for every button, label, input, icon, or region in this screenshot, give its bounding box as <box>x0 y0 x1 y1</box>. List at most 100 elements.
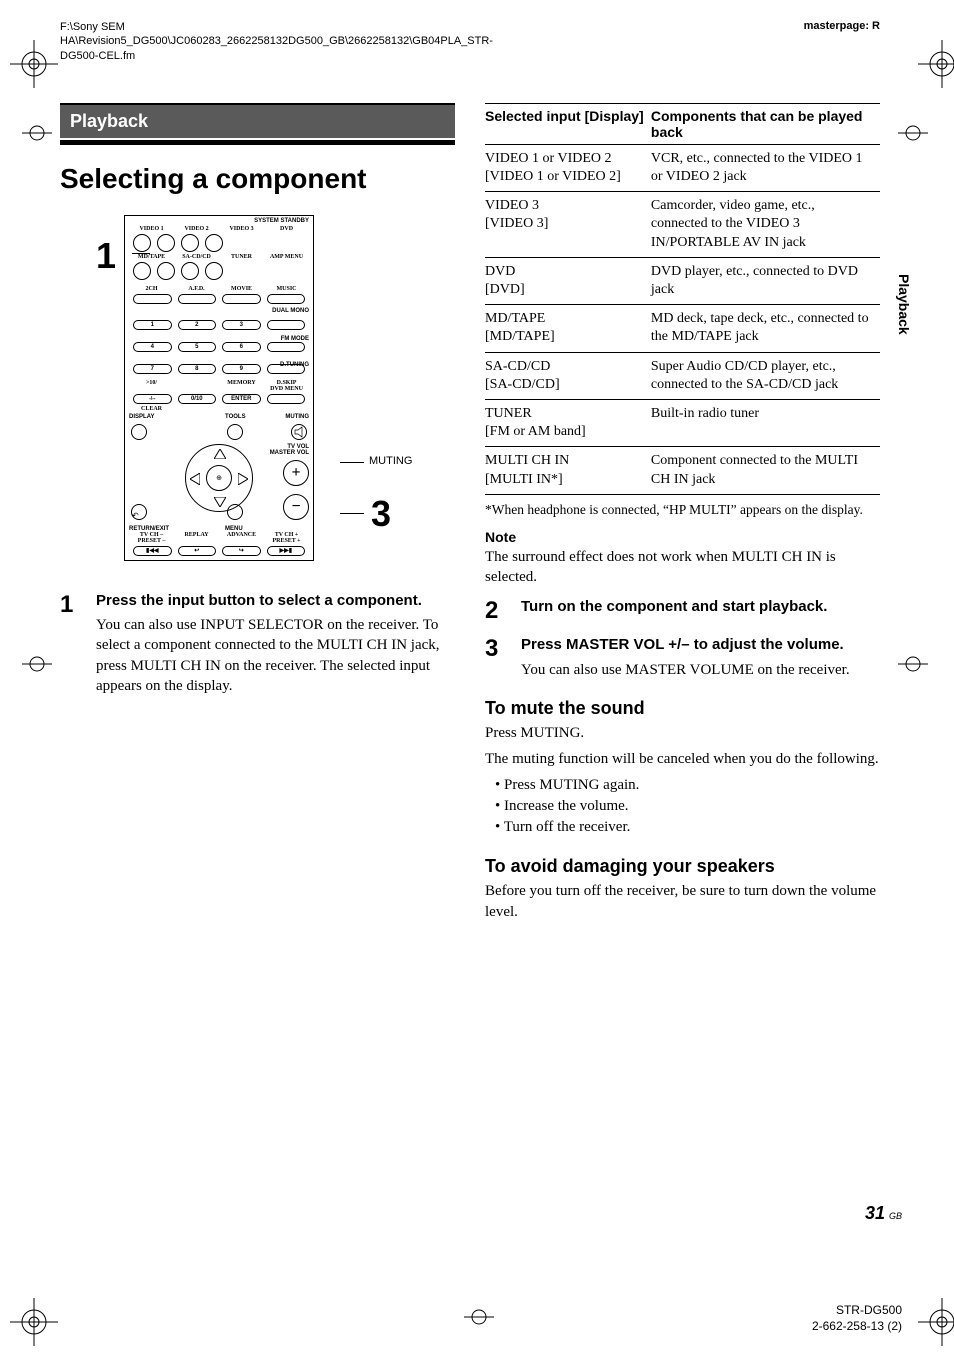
music-button[interactable] <box>267 294 306 304</box>
table-cell: MD deck, tape deck, etc., connected to t… <box>651 305 880 352</box>
advance-button[interactable]: ↪ <box>222 546 261 556</box>
num-3-button[interactable]: 3 <box>222 320 261 330</box>
return-button[interactable]: ↶ <box>131 504 147 520</box>
num-9-button[interactable]: 9 <box>222 364 261 374</box>
vol-plus-button[interactable]: + <box>283 460 309 486</box>
callout-muting-label: MUTING <box>369 455 412 467</box>
system-standby-label: SYSTEM STANDBY <box>125 216 313 224</box>
preset-next-button[interactable]: ▶▶▮ <box>267 546 306 556</box>
preset-prev-button[interactable]: ▮◀◀ <box>133 546 172 556</box>
replay-button[interactable]: ↩ <box>178 546 217 556</box>
avoid-body: Before you turn off the receiver, be sur… <box>485 881 880 922</box>
dvd-menu-button[interactable] <box>267 394 306 404</box>
num-2-button[interactable]: 2 <box>178 320 217 330</box>
step-3-head: Press MASTER VOL +/– to adjust the volum… <box>521 635 880 655</box>
table-cell: SA-CD/CD [SA-CD/CD] <box>485 352 651 399</box>
file-path: F:\Sony SEM HA\Revision5_DG500\JC060283_… <box>60 20 420 63</box>
menu-label: MENU <box>225 526 243 532</box>
table-cell: Built-in radio tuner <box>651 399 880 446</box>
btn-label: MOVIE <box>219 286 264 292</box>
page-title: Selecting a component <box>60 163 455 195</box>
table-cell: VIDEO 1 or VIDEO 2 [VIDEO 1 or VIDEO 2] <box>485 144 651 191</box>
table-cell: TUNER [FM or AM band] <box>485 399 651 446</box>
crop-mark-tl <box>10 40 36 66</box>
note-text: The surround effect does not work when M… <box>485 547 880 588</box>
advance-label: ADVANCE <box>219 532 264 544</box>
dvd-button[interactable] <box>205 234 223 252</box>
step-3-body: You can also use MASTER VOLUME on the re… <box>521 660 880 680</box>
list-item: Increase the volume. <box>495 796 880 817</box>
crop-mark-bl <box>10 1298 36 1324</box>
reg-mark-r1 <box>898 124 924 150</box>
table-cell: DVD player, etc., connected to DVD jack <box>651 257 880 304</box>
display-button[interactable] <box>131 424 147 440</box>
btn-label: AMP MENU <box>264 254 309 260</box>
movie-button[interactable] <box>222 294 261 304</box>
page-lang: GB <box>889 1211 902 1221</box>
table-cell: Component connected to the MULTI CH IN j… <box>651 447 880 494</box>
dpad-area: DISPLAY TOOLS MUTING TV VOLMASTER VOL + … <box>125 414 313 524</box>
menu-button[interactable] <box>227 504 243 520</box>
video3-button[interactable] <box>181 234 199 252</box>
table-cell: Camcorder, video game, etc., connected t… <box>651 192 880 258</box>
crop-mark-br <box>918 1298 944 1324</box>
masterpage-label: masterpage: R <box>804 20 880 63</box>
reg-mark-l2 <box>22 655 48 681</box>
dual-mono-button[interactable] <box>267 320 306 330</box>
btn-label: MD/TAPE <box>129 254 174 260</box>
afd-button[interactable] <box>178 294 217 304</box>
clear-label: CLEAR <box>129 406 174 412</box>
reg-mark-l1 <box>22 124 48 150</box>
twoch-button[interactable] <box>133 294 172 304</box>
num-6-button[interactable]: 6 <box>222 342 261 352</box>
avoid-heading: To avoid damaging your speakers <box>485 856 880 877</box>
num-1-button[interactable]: 1 <box>133 320 172 330</box>
mute-p1: Press MUTING. <box>485 723 880 743</box>
tenplus-label: >10/ <box>129 380 174 392</box>
dpad-center[interactable]: ⊕ <box>206 465 232 491</box>
display-label: DISPLAY <box>129 414 154 420</box>
model-block: STR-DG5002-662-258-13 (2) <box>812 1302 902 1334</box>
zero-ten-button[interactable]: 0/10 <box>178 394 217 404</box>
tvch-plus-label: TV CH +PRESET + <box>264 532 309 544</box>
table-cell: VCR, etc., connected to the VIDEO 1 or V… <box>651 144 880 191</box>
btn-label: TUNER <box>219 254 264 260</box>
fm-mode-label: FM MODE <box>281 336 309 342</box>
list-item: Turn off the receiver. <box>495 817 880 838</box>
mdtape-button[interactable] <box>133 262 151 280</box>
video1-button[interactable] <box>133 234 151 252</box>
btn-label: VIDEO 1 <box>129 226 174 232</box>
note-label: Note <box>485 529 880 545</box>
muting-label: MUTING <box>285 414 309 420</box>
enter-button[interactable]: ENTER <box>222 394 261 404</box>
table-cell: MD/TAPE [MD/TAPE] <box>485 305 651 352</box>
ampmenu-button[interactable] <box>205 262 223 280</box>
table-footnote: *When headphone is connected, “HP MULTI”… <box>485 501 880 519</box>
return-exit-label: RETURN/EXIT <box>129 526 169 532</box>
mute-bullets: Press MUTING again.Increase the volume.T… <box>485 775 880 838</box>
tuner-button[interactable] <box>181 262 199 280</box>
num-7-button[interactable]: 7 <box>133 364 172 374</box>
num-4-button[interactable]: 4 <box>133 342 172 352</box>
tools-label: TOOLS <box>225 414 246 420</box>
fm-mode-button[interactable] <box>267 342 306 352</box>
num-5-button[interactable]: 5 <box>178 342 217 352</box>
btn-label: VIDEO 3 <box>219 226 264 232</box>
video2-button[interactable] <box>157 234 175 252</box>
tenplus-button[interactable]: -/-- <box>133 394 172 404</box>
callout-line-muting <box>340 462 364 463</box>
dual-mono-label: DUAL MONO <box>272 308 309 314</box>
step-1-body: You can also use INPUT SELECTOR on the r… <box>96 615 455 696</box>
btn-label: SA-CD/CD <box>174 254 219 260</box>
btn-label: A.F.D. <box>174 286 219 292</box>
muting-button[interactable] <box>291 424 307 440</box>
tools-button[interactable] <box>227 424 243 440</box>
dpad[interactable]: ⊕ <box>185 444 253 512</box>
vol-minus-button[interactable]: − <box>283 494 309 520</box>
side-tab: Playback <box>894 270 914 339</box>
remote-diagram: SYSTEM STANDBY VIDEO 1 VIDEO 2 VIDEO 3 D… <box>124 215 314 561</box>
replay-label: REPLAY <box>174 532 219 544</box>
step-1-num: 1 <box>60 591 78 696</box>
num-8-button[interactable]: 8 <box>178 364 217 374</box>
sacdcd-button[interactable] <box>157 262 175 280</box>
